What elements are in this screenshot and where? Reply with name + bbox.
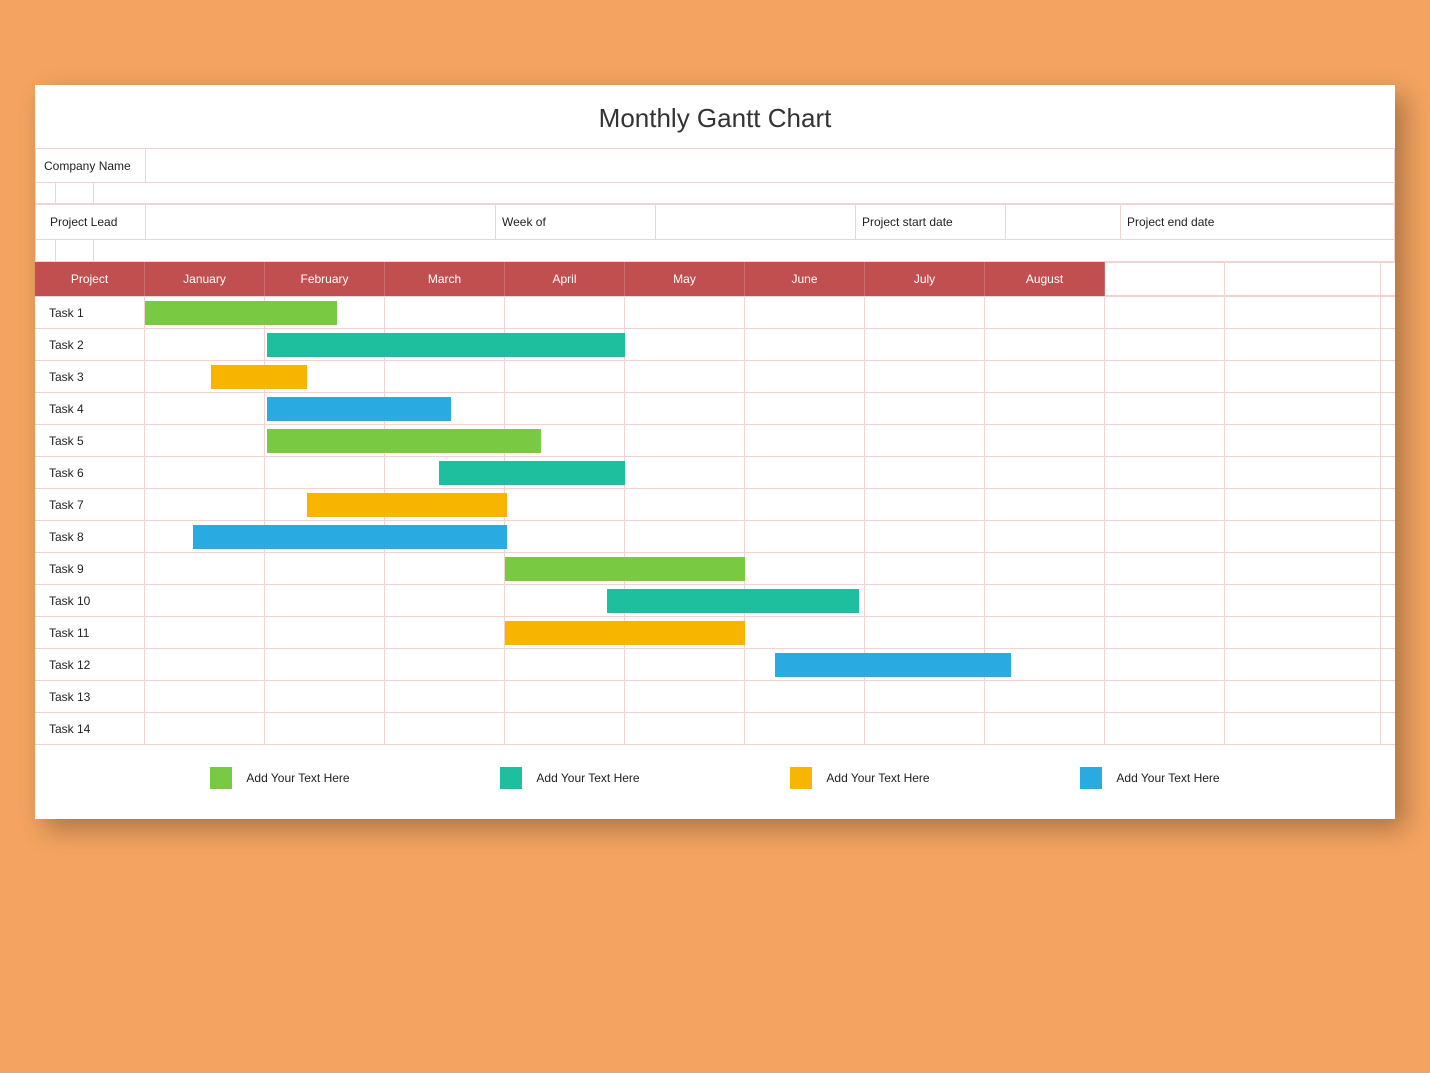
month-header: January: [145, 262, 265, 296]
task-label: Task 5: [35, 425, 145, 456]
task-timeline: [145, 425, 1395, 456]
task-row: Task 12: [35, 648, 1395, 680]
task-label: Task 7: [35, 489, 145, 520]
gantt-bar[interactable]: [505, 621, 745, 645]
gantt-bar[interactable]: [193, 525, 507, 549]
gantt-bar[interactable]: [607, 589, 859, 613]
task-label: Task 1: [35, 297, 145, 328]
spreadsheet-page: Monthly Gantt Chart Company Name Project…: [35, 85, 1395, 819]
meta-row: Project Lead Week of Project start date …: [35, 204, 1395, 240]
project-start-label: Project start date: [856, 205, 1006, 239]
legend-swatch: [500, 767, 522, 789]
legend-swatch: [210, 767, 232, 789]
task-label: Task 3: [35, 361, 145, 392]
task-label: Task 13: [35, 681, 145, 712]
task-row: Task 8: [35, 520, 1395, 552]
gantt-bar[interactable]: [267, 333, 625, 357]
task-row: Task 9: [35, 552, 1395, 584]
legend: Add Your Text Here Add Your Text Here Add …: [35, 745, 1395, 819]
gantt-bar[interactable]: [505, 557, 745, 581]
task-timeline: [145, 361, 1395, 392]
month-header: August: [985, 262, 1105, 296]
project-lead-label: Project Lead: [36, 205, 146, 239]
month-header: July: [865, 262, 985, 296]
gantt-bar[interactable]: [211, 365, 307, 389]
month-header: April: [505, 262, 625, 296]
task-row: Task 4: [35, 392, 1395, 424]
task-label: Task 2: [35, 329, 145, 360]
task-timeline: [145, 617, 1395, 648]
trailing-narrow-cell: [1380, 205, 1394, 239]
chart-title: Monthly Gantt Chart: [35, 85, 1395, 148]
gantt-bar[interactable]: [775, 653, 1011, 677]
task-timeline: [145, 585, 1395, 616]
legend-item: Add Your Text Here: [790, 767, 929, 789]
legend-swatch: [790, 767, 812, 789]
task-timeline: [145, 649, 1395, 680]
task-label: Task 10: [35, 585, 145, 616]
legend-item: Add Your Text Here: [500, 767, 639, 789]
task-row: Task 3: [35, 360, 1395, 392]
task-timeline: [145, 553, 1395, 584]
gantt-bar[interactable]: [439, 461, 625, 485]
week-of-value-cell[interactable]: [656, 205, 856, 239]
legend-label: Add Your Text Here: [826, 771, 929, 785]
task-row: Task 7: [35, 488, 1395, 520]
legend-label: Add Your Text Here: [536, 771, 639, 785]
task-timeline: [145, 393, 1395, 424]
task-label: Task 12: [35, 649, 145, 680]
month-header: June: [745, 262, 865, 296]
task-timeline: [145, 489, 1395, 520]
project-end-label: Project end date: [1121, 205, 1380, 239]
legend-item: Add Your Text Here: [1080, 767, 1219, 789]
project-header: Project: [35, 262, 145, 296]
months-header: JanuaryFebruaryMarchAprilMayJuneJulyAugu…: [145, 262, 1105, 296]
project-start-value-cell[interactable]: [1006, 205, 1121, 239]
spacer-row-1: [35, 182, 1395, 204]
gantt-bar[interactable]: [145, 301, 337, 325]
month-header: March: [385, 262, 505, 296]
company-row: Company Name: [35, 148, 1395, 182]
task-row: Task 2: [35, 328, 1395, 360]
task-label: Task 11: [35, 617, 145, 648]
month-header: February: [265, 262, 385, 296]
task-label: Task 9: [35, 553, 145, 584]
gantt-bar[interactable]: [267, 397, 451, 421]
task-timeline: [145, 297, 1395, 328]
gantt-header-row: Project JanuaryFebruaryMarchAprilMayJune…: [35, 262, 1395, 296]
task-label: Task 8: [35, 521, 145, 552]
task-timeline: [145, 457, 1395, 488]
week-of-label: Week of: [496, 205, 656, 239]
legend-swatch: [1080, 767, 1102, 789]
task-label: Task 6: [35, 457, 145, 488]
task-row: Task 14: [35, 712, 1395, 744]
task-row: Task 1: [35, 296, 1395, 328]
task-timeline: [145, 521, 1395, 552]
task-row: Task 6: [35, 456, 1395, 488]
task-row: Task 11: [35, 616, 1395, 648]
gantt-body: Task 1Task 2Task 3Task 4Task 5Task 6Task…: [35, 296, 1395, 744]
gantt-bar[interactable]: [267, 429, 541, 453]
legend-label: Add Your Text Here: [1116, 771, 1219, 785]
task-timeline: [145, 713, 1395, 744]
company-name-label: Company Name: [36, 149, 146, 182]
task-timeline: [145, 681, 1395, 712]
gantt-bar[interactable]: [307, 493, 507, 517]
legend-label: Add Your Text Here: [246, 771, 349, 785]
task-label: Task 4: [35, 393, 145, 424]
legend-item: Add Your Text Here: [210, 767, 349, 789]
task-row: Task 5: [35, 424, 1395, 456]
task-row: Task 13: [35, 680, 1395, 712]
task-row: Task 10: [35, 584, 1395, 616]
project-lead-value-cell[interactable]: [146, 205, 496, 239]
task-label: Task 14: [35, 713, 145, 744]
spacer-row-2: [35, 240, 1395, 262]
task-timeline: [145, 329, 1395, 360]
month-header: May: [625, 262, 745, 296]
